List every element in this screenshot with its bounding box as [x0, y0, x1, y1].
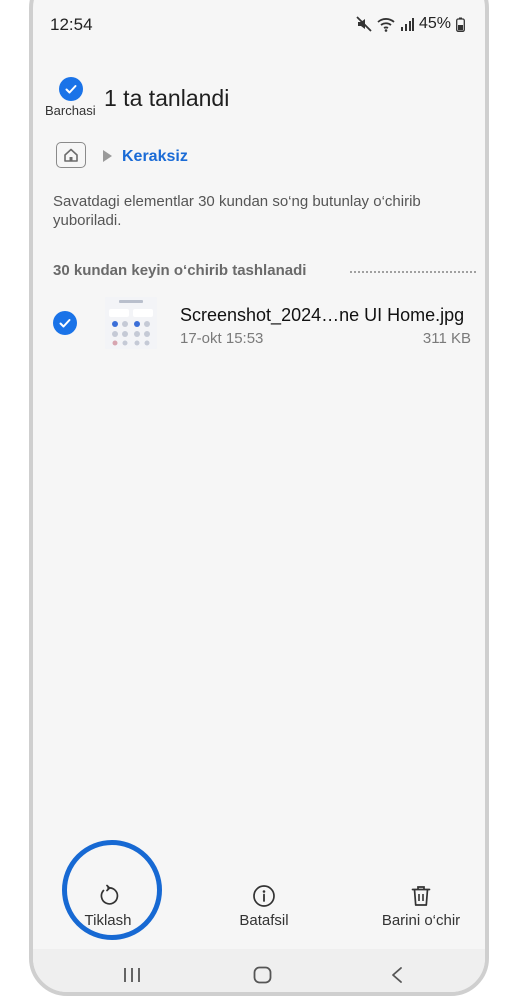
file-row[interactable]: Screenshot_2024…ne UI Home.jpg 17-okt 15… — [33, 294, 485, 364]
delete-all-button[interactable]: Barini o‘chir — [366, 884, 476, 929]
battery-icon — [456, 17, 465, 32]
info-icon — [253, 885, 275, 907]
recent-apps-icon[interactable] — [123, 966, 141, 989]
signal-icon — [400, 17, 414, 31]
check-icon — [53, 311, 77, 335]
delete-all-label: Barini o‘chir — [381, 912, 461, 929]
breadcrumb-current[interactable]: Keraksiz — [122, 148, 188, 166]
file-thumbnail — [105, 297, 157, 349]
trash-icon — [411, 886, 431, 906]
details-label: Batafsil — [239, 912, 289, 929]
section-title: 30 kundan keyin o‘chirib tashlanadi — [53, 262, 307, 279]
section-divider — [350, 271, 476, 273]
file-name: Screenshot_2024…ne UI Home.jpg — [180, 305, 465, 325]
wifi-icon — [377, 17, 395, 32]
details-button[interactable]: Batafsil — [216, 884, 312, 929]
navigation-bar — [33, 949, 485, 992]
back-icon[interactable] — [390, 966, 404, 989]
phone-frame: 12:54 45% Barchasi 1 ta tanlandi Keraksi… — [29, 0, 489, 996]
home-nav-icon[interactable] — [253, 966, 272, 989]
battery-text: 45% — [418, 15, 451, 32]
status-time: 12:54 — [50, 15, 93, 34]
info-text: Savatdagi elementlar 30 kundan so‘ng but… — [53, 193, 421, 229]
select-all-label: Barchasi — [45, 103, 96, 118]
mute-icon — [356, 16, 372, 32]
select-all-checkbox[interactable]: Barchasi — [45, 77, 96, 118]
page-title: 1 ta tanlandi — [104, 85, 230, 111]
file-date: 17-okt 15:53 — [180, 330, 264, 347]
status-icons: 45% — [356, 15, 465, 33]
home-icon[interactable] — [56, 142, 86, 168]
breadcrumb-arrow-icon — [103, 150, 112, 162]
check-icon — [59, 77, 83, 101]
highlight-ring — [62, 840, 162, 940]
file-size: 311 KB — [422, 330, 471, 347]
file-checkbox[interactable] — [53, 311, 77, 335]
